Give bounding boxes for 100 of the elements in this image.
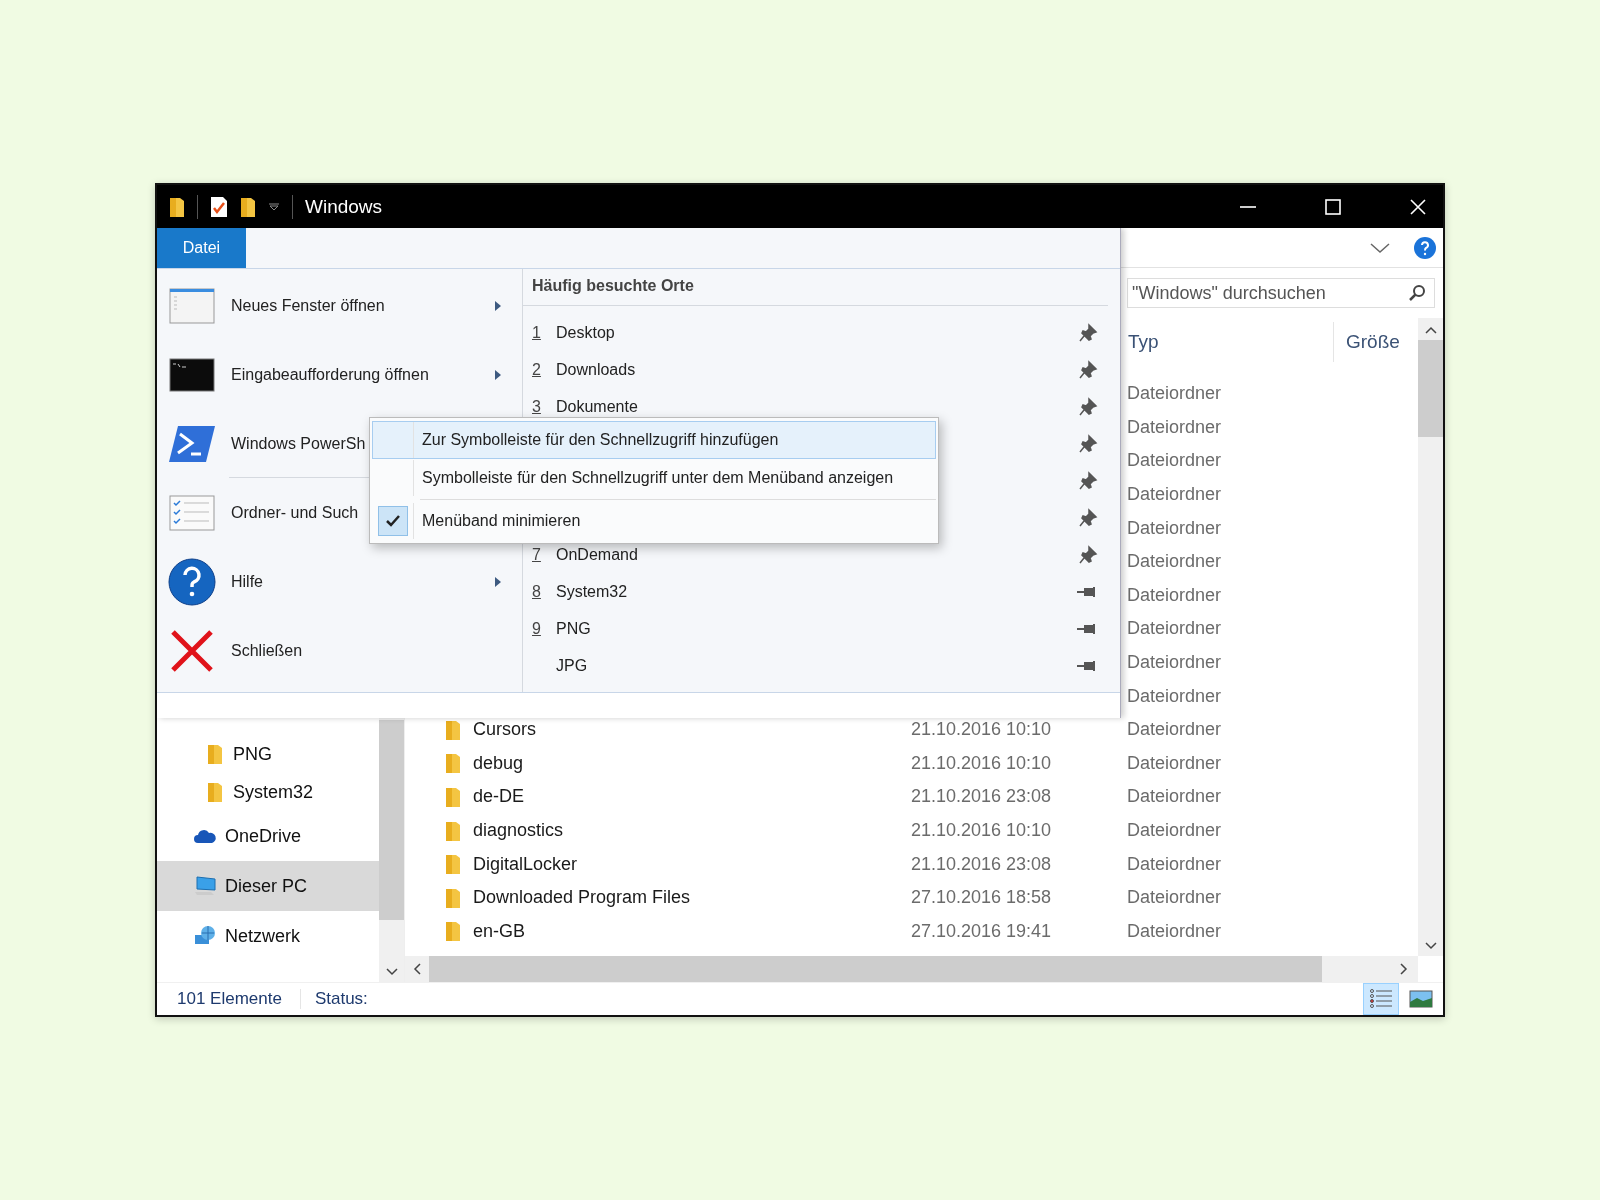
file-type: Dateiordner <box>1127 584 1222 606</box>
pin-icon[interactable] <box>1076 621 1098 636</box>
navigation-item[interactable]: System32 <box>157 773 379 811</box>
menu-item[interactable]: Schließen <box>167 616 502 685</box>
checklist-icon <box>167 494 217 531</box>
place-number: 3 <box>532 397 541 415</box>
place-link[interactable]: Dokumente <box>556 397 638 415</box>
navigation-item[interactable]: Netzwerk <box>157 911 379 961</box>
scroll-down-icon[interactable] <box>1424 942 1437 950</box>
place-number: 8 <box>532 582 541 600</box>
details-list-icon <box>1369 988 1393 1010</box>
pin-icon[interactable] <box>1078 322 1098 343</box>
place-link[interactable]: Desktop <box>556 323 615 341</box>
computer-icon <box>193 875 217 897</box>
pin-icon[interactable] <box>1076 658 1098 673</box>
scroll-left-icon[interactable] <box>413 963 421 975</box>
checked-document-icon[interactable] <box>210 195 228 218</box>
date-modified: 21.10.2016 23:08 <box>911 786 1052 807</box>
file-type: Dateiordner <box>1127 450 1222 472</box>
help-icon[interactable] <box>1413 235 1437 260</box>
window-title: Windows <box>305 195 383 218</box>
navigation-item[interactable]: Dieser PC <box>157 861 379 911</box>
dropdown-icon[interactable] <box>268 201 280 212</box>
file-type: Dateiordner <box>1127 484 1222 506</box>
file-name[interactable]: debug <box>473 752 524 773</box>
file-name[interactable]: diagnostics <box>473 820 564 840</box>
context-menu-item[interactable]: Symbolleiste für den Schnellzugriff unter dem Menüband anzeigen <box>372 459 936 497</box>
folder-icon <box>445 819 461 842</box>
search-icon[interactable] <box>1407 283 1427 303</box>
column-header[interactable]: Typ <box>1128 321 1334 362</box>
file-type: Dateiordner <box>1127 517 1222 539</box>
network-icon <box>193 925 217 947</box>
cloud-icon <box>193 828 217 844</box>
folder-icon[interactable] <box>240 195 256 218</box>
place-number: 1 <box>532 323 541 341</box>
place-link[interactable]: System32 <box>556 582 628 600</box>
place-link[interactable]: PNG <box>556 619 591 637</box>
maximize-icon[interactable] <box>1323 196 1343 217</box>
file-name[interactable]: Cursors <box>473 719 536 740</box>
image-icon <box>1409 990 1433 1008</box>
context-menu-item[interactable]: Menüband minimieren <box>372 502 936 540</box>
navigation-item[interactable]: OneDrive <box>157 811 379 861</box>
place-number: 7 <box>532 545 541 563</box>
pin-icon[interactable] <box>1078 470 1098 491</box>
folder-icon <box>445 920 461 943</box>
scroll-up-icon[interactable] <box>1424 326 1437 334</box>
place-link[interactable]: OnDemand <box>556 545 638 563</box>
menu-item[interactable]: Eingabeaufforderung öffnen <box>167 340 502 409</box>
file-type: Dateiordner <box>1127 719 1222 741</box>
file-type: Dateiordner <box>1127 652 1222 674</box>
pin-icon[interactable] <box>1078 507 1098 528</box>
pin-icon[interactable] <box>1078 433 1098 454</box>
section-heading: Häufig besuchte Orte <box>523 269 1108 306</box>
pin-icon[interactable] <box>1078 544 1098 565</box>
powershell-icon <box>167 424 217 463</box>
column-header[interactable]: Größe <box>1334 330 1400 353</box>
file-name[interactable]: Downloaded Program Files <box>473 887 691 908</box>
scrollbar-thumb[interactable] <box>1418 340 1443 437</box>
folder-icon[interactable] <box>169 195 185 218</box>
file-type: Dateiordner <box>1127 920 1222 942</box>
file-tab[interactable]: Datei <box>157 228 246 268</box>
menu-item[interactable]: Hilfe <box>167 547 502 616</box>
context-menu-item[interactable]: Zur Symbolleiste für den Schnellzugriff hinzufügen <box>372 421 936 459</box>
pin-icon[interactable] <box>1078 396 1098 417</box>
folder-icon <box>207 743 223 765</box>
place-link[interactable]: JPG <box>556 656 588 674</box>
folder-icon <box>445 752 461 775</box>
file-type: Dateiordner <box>1127 752 1222 774</box>
file-type: Dateiordner <box>1127 685 1222 707</box>
date-modified: 21.10.2016 10:10 <box>911 820 1052 840</box>
date-modified: 21.10.2016 10:10 <box>911 752 1052 773</box>
status-label: Status: <box>299 989 368 1009</box>
folder-icon <box>445 718 461 741</box>
file-type: Dateiordner <box>1127 618 1222 640</box>
details-view-button[interactable] <box>1363 983 1399 1015</box>
date-modified: 21.10.2016 23:08 <box>911 853 1052 874</box>
file-name[interactable]: de-DE <box>473 786 525 807</box>
file-name[interactable]: en-GB <box>473 920 526 941</box>
console-icon <box>167 357 217 392</box>
date-modified: 21.10.2016 10:10 <box>911 719 1052 740</box>
pin-icon[interactable] <box>1078 359 1098 380</box>
folder-icon <box>207 781 223 803</box>
menu-item[interactable]: Neues Fenster öffnen <box>167 271 502 340</box>
navigation-item[interactable]: PNG <box>157 735 379 773</box>
file-type: Dateiordner <box>1127 383 1222 405</box>
place-number: 2 <box>532 360 541 378</box>
scroll-right-icon[interactable] <box>1400 963 1408 975</box>
folder-icon <box>445 853 461 876</box>
scrollbar-thumb[interactable] <box>379 720 404 920</box>
scrollbar[interactable] <box>1418 318 1443 956</box>
scroll-down-icon[interactable] <box>385 968 398 976</box>
file-type: Dateiordner <box>1127 887 1222 909</box>
file-name[interactable]: DigitalLocker <box>473 853 578 874</box>
file-type: Dateiordner <box>1127 551 1222 573</box>
search-field[interactable]: "Windows" durchsuchen <box>1127 278 1435 308</box>
chevron-down-icon[interactable] <box>1369 240 1391 255</box>
pin-icon[interactable] <box>1076 584 1098 599</box>
close-icon[interactable] <box>1408 196 1428 217</box>
place-link[interactable]: Downloads <box>556 360 636 378</box>
file-type: Dateiordner <box>1127 416 1222 438</box>
